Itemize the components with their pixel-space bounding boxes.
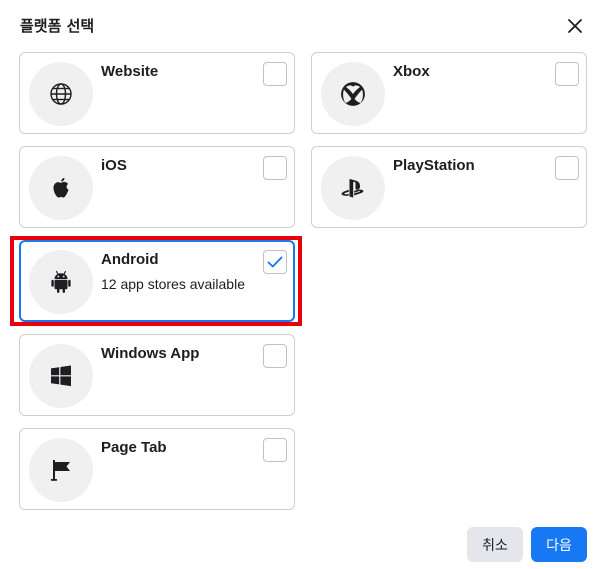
- platform-subtitle: 12 app stores available: [101, 276, 245, 292]
- platform-label: Page Tab: [101, 439, 167, 456]
- next-button[interactable]: 다음: [531, 527, 587, 562]
- icon-circle: [29, 250, 93, 314]
- platform-label: Android: [101, 251, 159, 268]
- globe-icon: [50, 83, 72, 105]
- playstation-icon: [341, 179, 364, 198]
- platform-checkbox[interactable]: [555, 156, 579, 180]
- platform-card-page-tab[interactable]: Page Tab: [19, 428, 295, 510]
- icon-circle: [29, 62, 93, 126]
- cancel-button[interactable]: 취소: [467, 527, 523, 562]
- platform-checkbox[interactable]: [263, 438, 287, 462]
- close-icon: [568, 19, 582, 33]
- apple-icon: [53, 177, 69, 198]
- platform-label: Website: [101, 63, 159, 80]
- platform-label: Xbox: [393, 63, 430, 80]
- xbox-icon: [341, 82, 365, 106]
- dialog-header: 플랫폼 선택: [0, 0, 604, 50]
- platform-card-playstation[interactable]: PlayStation: [311, 146, 587, 228]
- android-icon: [51, 270, 71, 293]
- dialog-title: 플랫폼 선택: [20, 17, 95, 35]
- icon-circle: [321, 156, 385, 220]
- platform-checkbox[interactable]: [555, 62, 579, 86]
- platform-checkbox[interactable]: [263, 62, 287, 86]
- checkmark-icon: [267, 256, 283, 268]
- windows-icon: [51, 365, 71, 387]
- icon-circle: [321, 62, 385, 126]
- icon-circle: [29, 156, 93, 220]
- platform-card-windows-app[interactable]: Windows App: [19, 334, 295, 416]
- platform-select-dialog: 플랫폼 선택 Website Xbox iOS PlayStation Andr…: [0, 0, 604, 569]
- platform-card-xbox[interactable]: Xbox: [311, 52, 587, 134]
- icon-circle: [29, 438, 93, 502]
- platform-label: iOS: [101, 157, 127, 174]
- platform-card-ios[interactable]: iOS: [19, 146, 295, 228]
- platform-label: PlayStation: [393, 157, 475, 174]
- platform-checkbox[interactable]: [263, 156, 287, 180]
- flag-icon: [51, 460, 70, 481]
- platform-card-website[interactable]: Website: [19, 52, 295, 134]
- platform-checkbox[interactable]: [263, 344, 287, 368]
- platform-checkbox-checked[interactable]: [263, 250, 287, 274]
- platform-label: Windows App: [101, 345, 200, 362]
- close-button[interactable]: [563, 14, 587, 38]
- platform-card-android[interactable]: Android 12 app stores available: [19, 240, 295, 322]
- icon-circle: [29, 344, 93, 408]
